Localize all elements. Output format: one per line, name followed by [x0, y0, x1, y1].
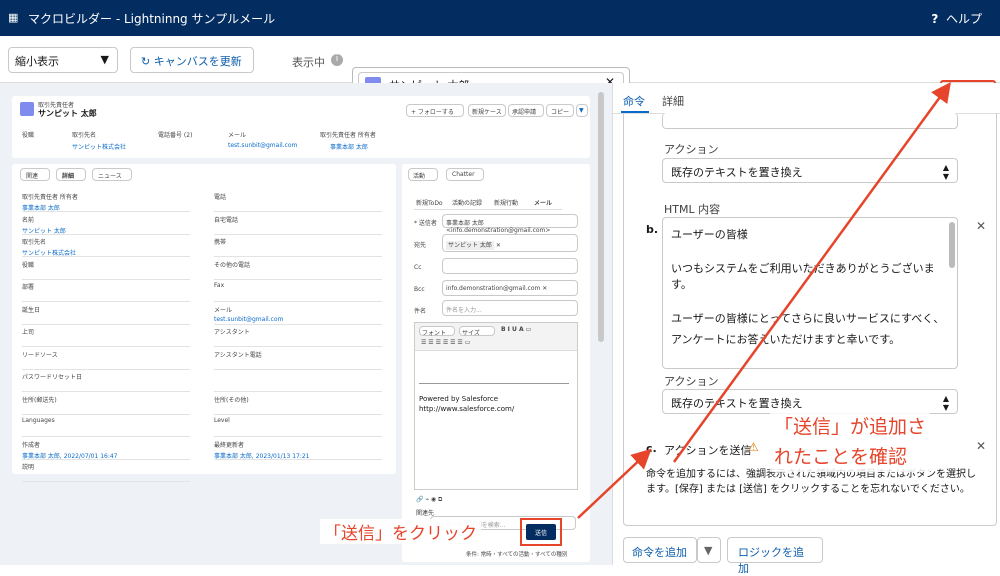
annotation-arrows — [577, 81, 951, 519]
arrow-to-save — [672, 81, 951, 463]
arrow-to-step-c — [577, 448, 652, 519]
